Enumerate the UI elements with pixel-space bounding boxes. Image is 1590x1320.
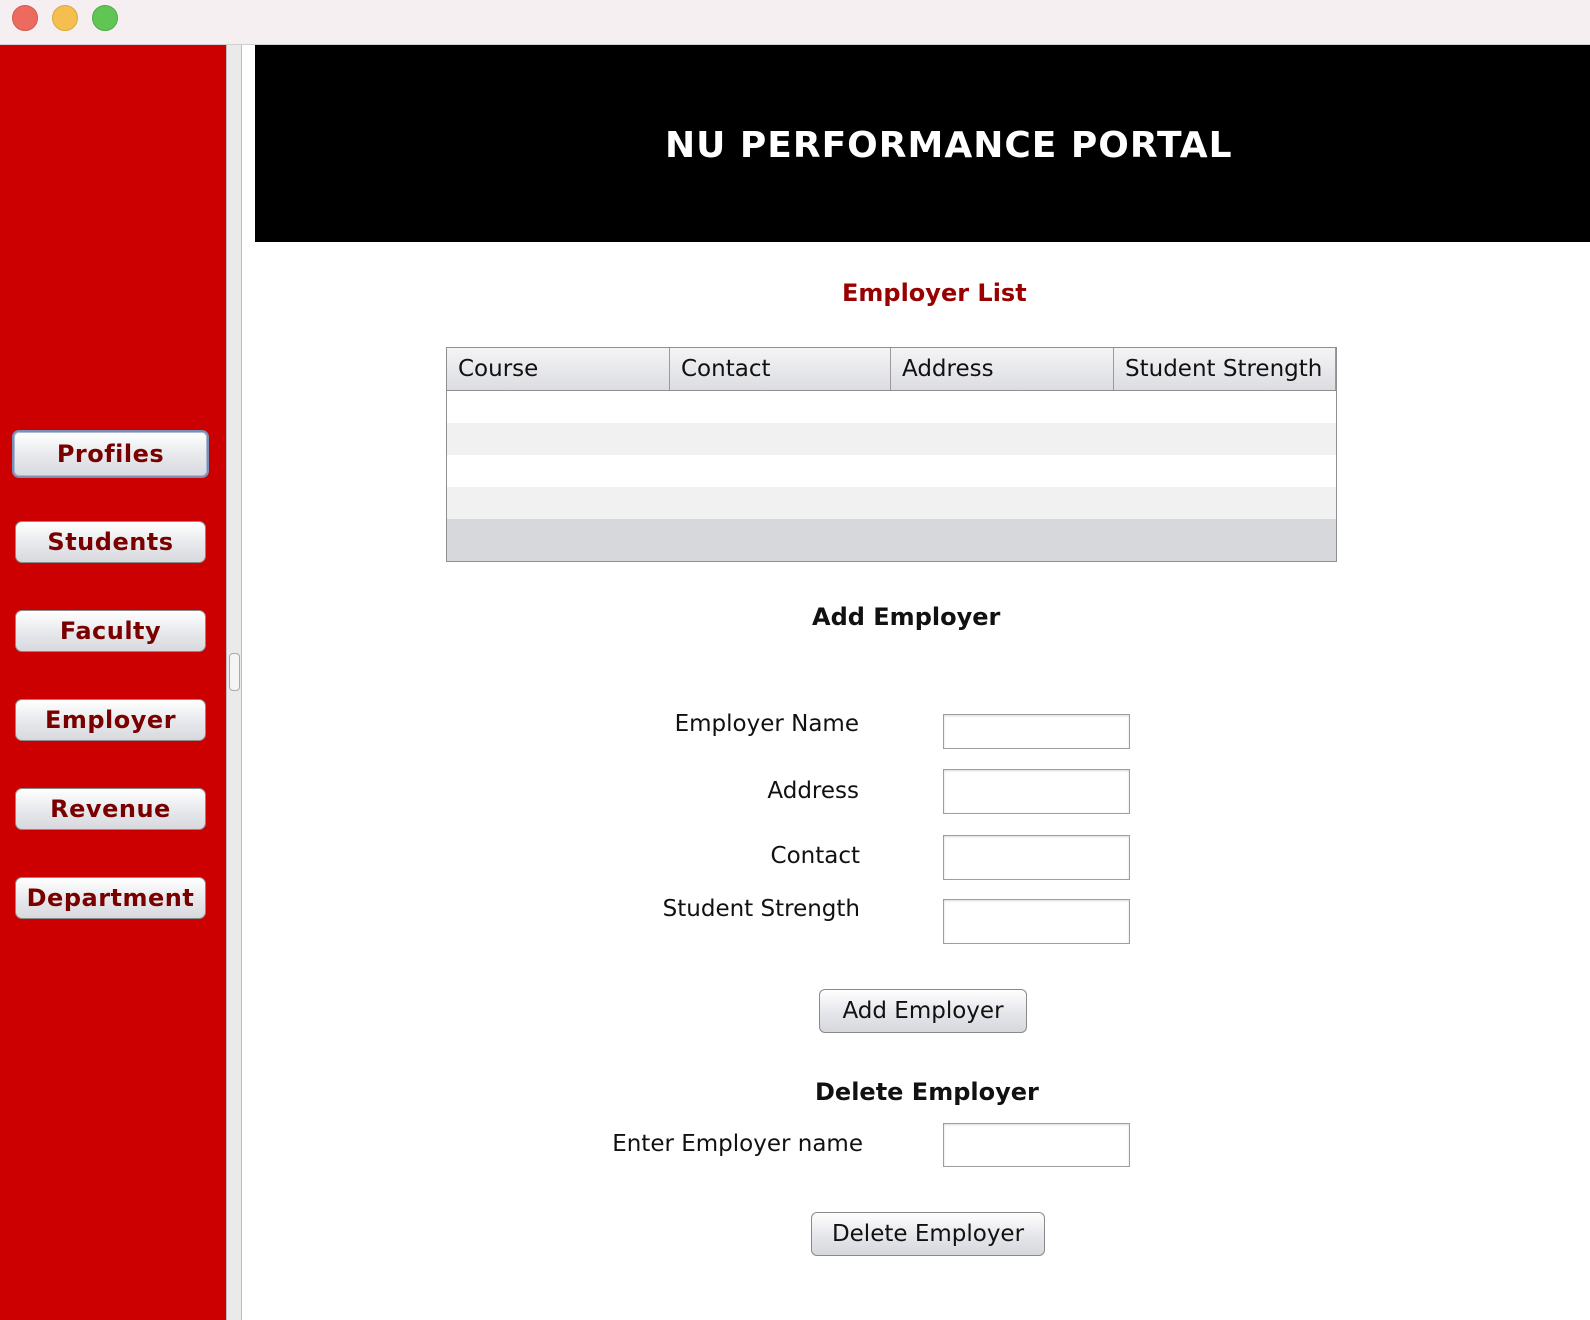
add-employer-title: Add Employer — [812, 603, 1001, 631]
window-titlebar — [0, 0, 1590, 45]
student-strength-input[interactable] — [943, 899, 1130, 944]
students-button[interactable]: Students — [15, 521, 206, 563]
table-header: Course Contact Address Student Strength — [447, 348, 1336, 391]
close-window-button[interactable] — [12, 5, 38, 31]
employer-list-title: Employer List — [842, 279, 1027, 307]
table-row[interactable] — [447, 391, 1336, 423]
portal-header: NU PERFORMANCE PORTAL — [255, 45, 1590, 242]
column-header-address[interactable]: Address — [891, 348, 1114, 390]
column-header-student-strength[interactable]: Student Strength — [1114, 348, 1336, 390]
minimize-window-button[interactable] — [52, 5, 78, 31]
add-employer-button[interactable]: Add Employer — [819, 989, 1027, 1033]
student-strength-label: Student Strength — [662, 896, 860, 922]
revenue-button[interactable]: Revenue — [15, 788, 206, 830]
divider-grip-handle[interactable] — [229, 653, 240, 691]
faculty-button[interactable]: Faculty — [15, 610, 206, 652]
portal-title: NU PERFORMANCE PORTAL — [665, 125, 1233, 166]
contact-label: Contact — [770, 843, 860, 869]
profiles-button[interactable]: Profiles — [12, 430, 209, 478]
address-input[interactable] — [943, 769, 1130, 814]
table-row[interactable] — [447, 455, 1336, 487]
split-pane-divider[interactable] — [226, 45, 242, 1320]
table-row[interactable] — [447, 487, 1336, 519]
zoom-window-button[interactable] — [92, 5, 118, 31]
delete-employer-name-input[interactable] — [943, 1123, 1130, 1167]
department-button[interactable]: Department — [15, 877, 206, 919]
contact-input[interactable] — [943, 835, 1130, 880]
enter-employer-name-label: Enter Employer name — [612, 1131, 863, 1157]
delete-employer-button[interactable]: Delete Employer — [811, 1212, 1045, 1256]
address-label: Address — [767, 778, 859, 804]
employer-table[interactable]: Course Contact Address Student Strength — [446, 347, 1337, 562]
sidebar: Profiles Students Faculty Employer Reven… — [0, 45, 226, 1320]
table-row[interactable] — [447, 423, 1336, 455]
column-header-contact[interactable]: Contact — [670, 348, 891, 390]
employer-name-label: Employer Name — [674, 711, 859, 737]
column-header-course[interactable]: Course — [447, 348, 670, 390]
employer-name-input[interactable] — [943, 714, 1130, 749]
employer-button[interactable]: Employer — [15, 699, 206, 741]
delete-employer-title: Delete Employer — [815, 1078, 1039, 1106]
